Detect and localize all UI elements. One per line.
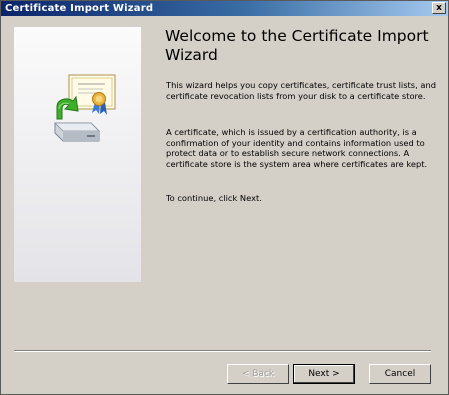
certificate-import-wizard-window: Certificate Import Wizard x Welcome to t… (0, 0, 449, 395)
continue-instruction: To continue, click Next. (166, 193, 262, 203)
next-button[interactable]: Next > (293, 364, 355, 384)
cancel-button[interactable]: Cancel (369, 364, 431, 384)
window-title: Certificate Import Wizard (5, 3, 154, 14)
certificate-import-icon (47, 71, 127, 155)
certificate-import-icon-graphic (54, 74, 116, 142)
back-button[interactable]: < Back (227, 364, 289, 384)
button-divider (14, 350, 431, 352)
intro-paragraph: This wizard helps you copy certificates,… (166, 80, 437, 101)
wizard-side-panel (14, 27, 141, 282)
certificate-description-paragraph: A certificate, which is issued by a cert… (166, 127, 428, 169)
page-title: Welcome to the Certificate Import Wizard (165, 27, 429, 64)
close-button[interactable]: x (432, 2, 446, 14)
title-bar[interactable]: Certificate Import Wizard x (1, 1, 448, 16)
close-icon: x (436, 3, 442, 13)
